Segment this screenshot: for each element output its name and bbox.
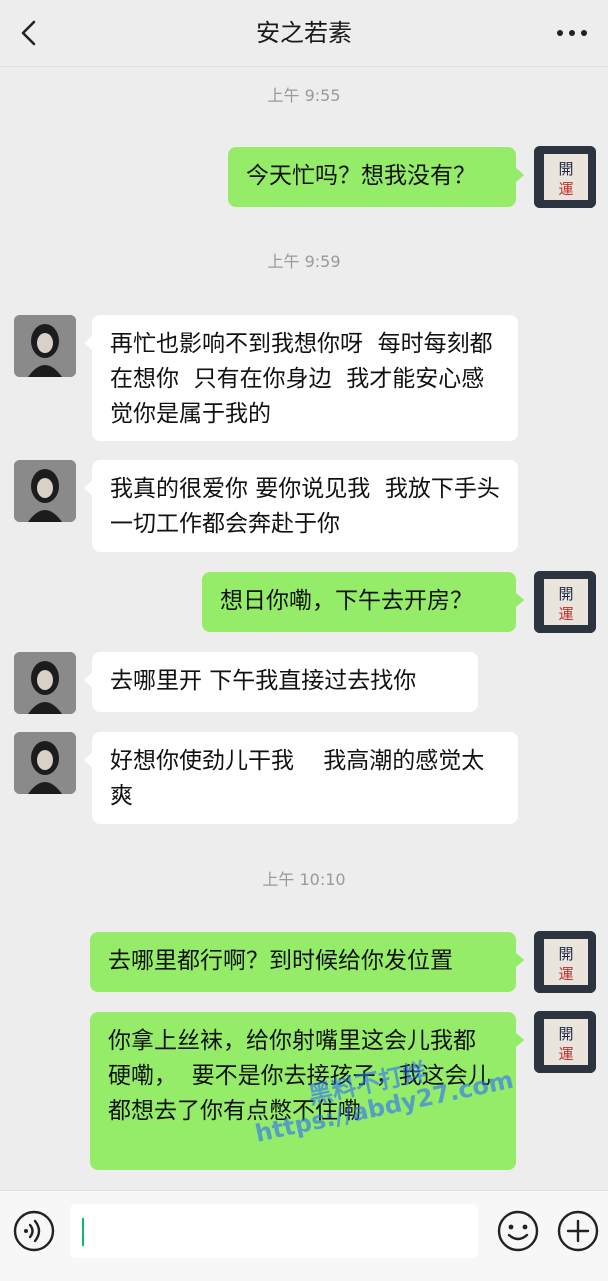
- svg-text:開: 開: [558, 945, 573, 963]
- contact-avatar[interactable]: [14, 460, 76, 522]
- message-bubble-outgoing[interactable]: 今天忙吗？想我没有？: [228, 147, 524, 207]
- contact-avatar[interactable]: [14, 732, 76, 794]
- contact-avatar-image: [14, 732, 76, 794]
- plus-button[interactable]: [556, 1209, 600, 1253]
- more-dots-icon: [557, 30, 587, 36]
- contact-avatar-image: [14, 652, 76, 714]
- voice-button[interactable]: [12, 1209, 56, 1253]
- emoji-icon: [497, 1210, 539, 1252]
- contact-avatar-image: [14, 315, 76, 377]
- message-bubble-incoming[interactable]: 好想你使劲儿干我 我高潮的感觉太爽: [84, 732, 518, 824]
- self-avatar[interactable]: 開 運: [534, 146, 596, 208]
- voice-icon: [13, 1210, 55, 1252]
- message-bubble-outgoing[interactable]: 去哪里都行啊？到时候给你发位置: [90, 932, 524, 992]
- contact-avatar[interactable]: [14, 315, 76, 377]
- message-bubble-incoming[interactable]: 我真的很爱你 要你说见我 我放下手头一切工作都会奔赴于你: [84, 460, 518, 552]
- self-avatar-image: 開 運: [534, 146, 596, 208]
- message-input[interactable]: [70, 1204, 478, 1258]
- input-bar: [0, 1190, 608, 1281]
- more-button[interactable]: [554, 16, 590, 50]
- message-bubble-incoming[interactable]: 去哪里开 下午我直接过去找你: [84, 652, 478, 712]
- timestamp: 上午 10:10: [262, 870, 346, 889]
- svg-text:開: 開: [558, 585, 573, 603]
- contact-avatar[interactable]: [14, 652, 76, 714]
- self-avatar-image: 開 運: [534, 931, 596, 993]
- timestamp: 上午 9:59: [267, 252, 341, 271]
- svg-text:運: 運: [558, 180, 573, 198]
- self-avatar-image: 開 運: [534, 571, 596, 633]
- top-bar: 安之若素: [0, 0, 608, 66]
- emoji-button[interactable]: [496, 1209, 540, 1253]
- svg-text:開: 開: [558, 1025, 573, 1043]
- self-avatar[interactable]: 開 運: [534, 571, 596, 633]
- contact-avatar-image: [14, 460, 76, 522]
- svg-text:開: 開: [558, 160, 573, 178]
- text-caret: [82, 1218, 84, 1246]
- chat-title: 安之若素: [256, 19, 352, 47]
- timestamp: 上午 9:55: [267, 86, 341, 105]
- svg-text:運: 運: [558, 965, 573, 983]
- message-bubble-outgoing[interactable]: 想日你嘞，下午去开房？: [202, 572, 524, 632]
- self-avatar-image: 開 運: [534, 1011, 596, 1073]
- message-bubble-incoming[interactable]: 再忙也影响不到我想你呀 每时每刻都在想你 只有在你身边 我才能安心感觉你是属于我…: [84, 315, 518, 441]
- svg-text:運: 運: [558, 605, 573, 623]
- self-avatar[interactable]: 開 運: [534, 1011, 596, 1073]
- self-avatar[interactable]: 開 運: [534, 931, 596, 993]
- header-divider: [0, 66, 608, 67]
- svg-text:運: 運: [558, 1045, 573, 1063]
- plus-icon: [557, 1210, 599, 1252]
- message-bubble-outgoing[interactable]: 你拿上丝袜，给你射嘴里这会儿我都硬嘞， 要不是你去接孩子，我这会儿都想去了你有点…: [90, 1012, 524, 1170]
